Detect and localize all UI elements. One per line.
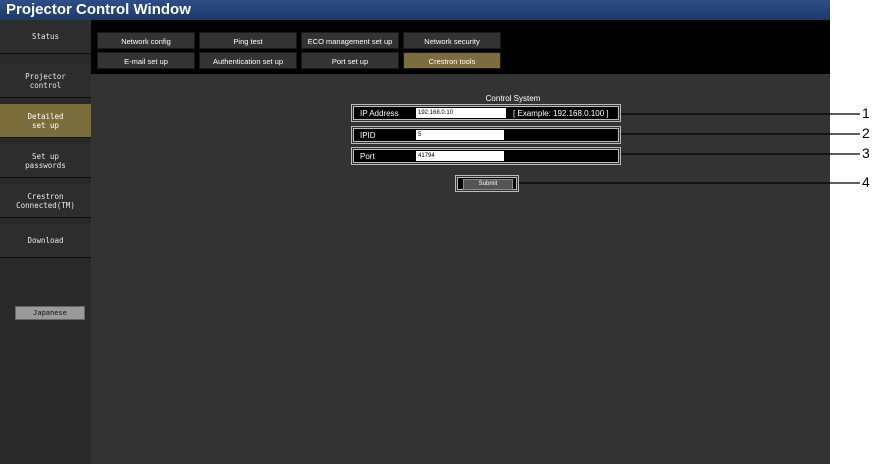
sidebar-item-download[interactable]: Download bbox=[0, 224, 91, 258]
ipid-input[interactable]: 5 bbox=[416, 130, 504, 140]
submit-button[interactable]: Submit bbox=[463, 179, 513, 190]
tab-ping-test[interactable]: Ping test bbox=[199, 32, 297, 49]
ipid-label: IPID bbox=[360, 131, 376, 140]
ip-address-label: IP Address bbox=[360, 109, 399, 118]
tab-authentication-set-up[interactable]: Authentication set up bbox=[199, 52, 297, 69]
callout-2: 2 bbox=[862, 125, 870, 141]
window-title: Projector Control Window bbox=[0, 0, 830, 20]
ip-address-row: IP Address 192.168.0.10 [ Example: 192.1… bbox=[351, 104, 621, 122]
callout-1: 1 bbox=[862, 105, 870, 121]
port-input[interactable]: 41794 bbox=[416, 151, 504, 161]
projector-control-window: Projector Control Window Status Projecto… bbox=[0, 0, 830, 464]
main-content: Control System IP Address 192.168.0.10 [… bbox=[91, 74, 830, 464]
sidebar-item-projector-control[interactable]: Projector control bbox=[0, 64, 91, 98]
callout-3: 3 bbox=[862, 145, 870, 161]
tab-port-set-up[interactable]: Port set up bbox=[301, 52, 399, 69]
sidebar-item-status[interactable]: Status bbox=[0, 20, 91, 54]
tab-network-config[interactable]: Network config bbox=[97, 32, 195, 49]
sidebar: Status Projector control Detailed set up… bbox=[0, 20, 91, 464]
callout-4: 4 bbox=[862, 174, 870, 190]
port-label: Port bbox=[360, 152, 375, 161]
sidebar-item-set-up-passwords[interactable]: Set up passwords bbox=[0, 144, 91, 178]
ip-address-input[interactable]: 192.168.0.10 bbox=[416, 108, 506, 118]
tab-crestron-tools[interactable]: Crestron tools bbox=[403, 52, 501, 69]
tab-email-set-up[interactable]: E-mail set up bbox=[97, 52, 195, 69]
port-row: Port 41794 bbox=[351, 147, 621, 165]
tab-eco-management[interactable]: ECO management set up bbox=[301, 32, 399, 49]
submit-frame: Submit bbox=[455, 175, 519, 192]
tab-network-security[interactable]: Network security bbox=[403, 32, 501, 49]
sidebar-item-crestron-connected[interactable]: Crestron Connected(TM) bbox=[0, 184, 91, 218]
ipid-row: IPID 5 bbox=[351, 126, 621, 144]
language-button[interactable]: Japanese bbox=[15, 306, 85, 320]
ip-address-example: [ Example: 192.168.0.100 ] bbox=[513, 109, 609, 118]
sidebar-item-detailed-set-up[interactable]: Detailed set up bbox=[0, 104, 91, 138]
tab-bar: Network config Ping test ECO management … bbox=[91, 20, 830, 74]
control-system-title: Control System bbox=[485, 94, 541, 103]
